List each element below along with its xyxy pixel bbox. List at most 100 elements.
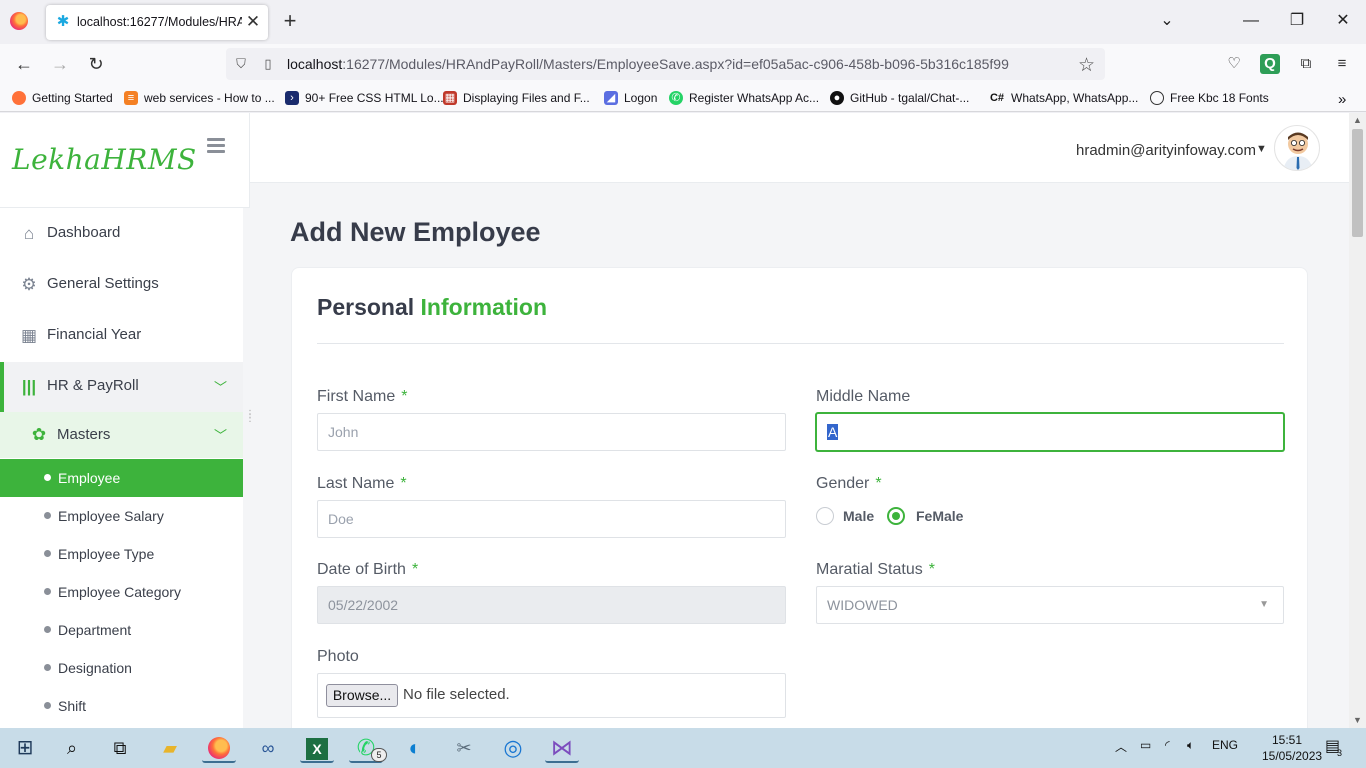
avatar[interactable] [1274, 125, 1320, 171]
barcode-icon: ||| [21, 377, 37, 396]
pocket-icon[interactable]: ♡ [1224, 54, 1244, 74]
bookmark-item[interactable]: ◢ Logon [604, 91, 657, 105]
bookmark-item[interactable]: C# WhatsApp, WhatsApp... [989, 91, 1138, 105]
reload-icon[interactable]: ↻ [84, 53, 108, 75]
windows-start-icon[interactable]: ⊞ [8, 733, 42, 763]
first-name-input[interactable]: John [317, 413, 786, 451]
scroll-down-icon[interactable]: ▼ [1353, 715, 1362, 725]
bullet-icon [44, 550, 51, 557]
brand-logo[interactable]: LekhaHRMS [12, 143, 197, 176]
sidebar-item-general-settings[interactable]: ⚙ General Settings [0, 260, 243, 310]
scroll-up-icon[interactable]: ▲ [1353, 115, 1362, 125]
edge-icon[interactable]: ◐ [398, 733, 432, 763]
sidebar-item-label: Financial Year [47, 326, 142, 343]
app-infinity-icon[interactable]: ∞ [251, 733, 285, 763]
sidebar-sub-employee-type[interactable]: Employee Type [0, 535, 243, 573]
stackoverflow-icon: ≡ [124, 91, 138, 105]
new-tab-icon[interactable]: + [279, 10, 301, 32]
bookmark-item[interactable]: Free Kbc 18 Fonts [1150, 91, 1269, 105]
whatsapp-badge: 5 [371, 748, 387, 762]
logon-icon: ◢ [604, 91, 618, 105]
gender-male-radio[interactable] [816, 507, 834, 525]
scrollbar-thumb[interactable] [1352, 129, 1363, 237]
bookmark-item[interactable]: Getting Started [12, 91, 113, 105]
search-icon[interactable]: ⌕ [55, 733, 89, 763]
tab-favicon-icon: ✱ [56, 13, 70, 30]
sidebar-sub-label: Employee Type [58, 546, 155, 562]
clock[interactable]: 15:51 15/05/2023 [1262, 732, 1322, 764]
sidebar-sub-employee-salary[interactable]: Employee Salary [0, 497, 243, 535]
shield-icon[interactable]: ⛉ [233, 56, 249, 72]
extension-q-icon[interactable]: Q [1260, 54, 1280, 74]
section-title: Personal Information [317, 294, 548, 320]
battery-icon[interactable]: ▭ [1140, 738, 1151, 752]
file-status-text: No file selected. [403, 686, 510, 703]
wifi-icon[interactable]: ◜ [1165, 738, 1170, 752]
gender-female-radio[interactable] [887, 507, 905, 525]
gender-male-label[interactable]: Male [843, 508, 874, 524]
firefox-icon[interactable] [10, 12, 28, 30]
bookmark-item[interactable]: ▦ Displaying Files and F... [443, 91, 590, 105]
browse-button[interactable]: Browse... [326, 684, 398, 707]
url-text[interactable]: localhost:16277/Modules/HRAndPayRoll/Mas… [287, 56, 1009, 72]
middle-name-input[interactable]: A [816, 413, 1284, 451]
sidebar-resize-handle[interactable]: ⋮ ⋮ [245, 410, 255, 424]
hamburger-menu-icon[interactable] [207, 138, 225, 154]
extensions-icon[interactable]: ⧉ [1296, 54, 1316, 74]
file-explorer-icon[interactable]: ▰ [153, 733, 187, 763]
menu-icon[interactable]: ≡ [1332, 54, 1352, 74]
sidebar-sub-designation[interactable]: Designation [0, 649, 243, 687]
more-bookmarks-icon[interactable]: » [1338, 91, 1346, 108]
windows-taskbar: ⊞ ⌕ ⧉ ▰ ∞ X ✆ 5 ◐ ✂ ◎ ⋈ ︿ ▭ ◜ 🔈︎ ENG 15:… [0, 728, 1366, 768]
url-bar[interactable]: ⛉ ▯ localhost:16277/Modules/HRAndPayRoll… [226, 48, 1105, 80]
calendar-icon: ▦ [20, 326, 38, 345]
user-email[interactable]: hradmin@arityinfoway.com [1076, 142, 1256, 159]
list-tabs-icon[interactable]: ⌄ [1152, 10, 1182, 32]
close-tab-icon[interactable]: ✕ [244, 12, 262, 32]
minimize-icon[interactable]: — [1236, 10, 1266, 32]
bullet-icon [44, 626, 51, 633]
sidebar-sub-label: Employee Salary [58, 508, 164, 524]
photo-label: Photo [317, 648, 359, 665]
firefox-taskbar-icon[interactable] [202, 733, 236, 763]
visual-studio-icon[interactable]: ⋈ [545, 733, 579, 763]
gender-female-label[interactable]: FeMale [916, 508, 963, 524]
back-icon[interactable]: ← [12, 53, 36, 75]
forward-icon[interactable]: → [48, 53, 72, 75]
bookmark-star-icon[interactable]: ☆ [1078, 54, 1095, 77]
marital-status-select[interactable]: WIDOWED ▼ [816, 586, 1284, 624]
excel-icon[interactable]: X [300, 733, 334, 763]
sidebar-item-label: Masters [57, 426, 111, 443]
sidebar-item-financial-year[interactable]: ▦ Financial Year [0, 311, 243, 361]
caret-down-icon[interactable]: ▼ [1256, 143, 1267, 155]
task-view-icon[interactable]: ⧉ [103, 733, 137, 763]
tools-icon[interactable]: ✂ [447, 733, 481, 763]
photo-file-input[interactable]: Browse... No file selected. [317, 673, 786, 718]
tray-chevron-up-icon[interactable]: ︿ [1115, 738, 1127, 755]
language-indicator[interactable]: ENG [1212, 738, 1238, 752]
close-window-icon[interactable]: ✕ [1328, 10, 1358, 32]
page-title: Add New Employee [290, 217, 541, 247]
bookmark-item[interactable]: ● GitHub - tgalal/Chat-... [830, 91, 969, 105]
sidebar-item-dashboard[interactable]: ⌂ Dashboard [0, 209, 243, 259]
volume-icon[interactable]: 🔈︎ [1187, 738, 1194, 753]
dob-input[interactable]: 05/22/2002 [317, 586, 786, 624]
sidebar-item-masters[interactable]: ✿ Masters ﹀ [0, 412, 243, 458]
sidebar-sub-department[interactable]: Department [0, 611, 243, 649]
sidebar-item-hr-payroll[interactable]: ||| HR & PayRoll ﹀ [0, 362, 243, 412]
restore-icon[interactable]: ❐ [1282, 10, 1312, 32]
page-scrollbar[interactable]: ▲ ▼ [1349, 113, 1366, 728]
sidebar-sub-employee[interactable]: Employee [0, 459, 243, 497]
bookmark-item[interactable]: › 90+ Free CSS HTML Lo... [285, 91, 444, 105]
bookmark-item[interactable]: ✆ Register WhatsApp Ac... [669, 91, 819, 105]
sidebar-sub-label: Department [58, 622, 132, 638]
browser-tab-active[interactable]: ✱ localhost:16277/Modules/HRAn ✕ [46, 5, 268, 40]
app-spiral-icon[interactable]: ◎ [496, 733, 530, 763]
bullet-icon [44, 702, 51, 709]
bookmark-item[interactable]: ≡ web services - How to ... [124, 91, 275, 105]
last-name-input[interactable]: Doe [317, 500, 786, 538]
browser-tab-bar: ✱ localhost:16277/Modules/HRAn ✕ + ⌄ — ❐… [0, 0, 1366, 44]
page-info-icon[interactable]: ▯ [260, 56, 276, 72]
sidebar-sub-shift[interactable]: Shift [0, 687, 243, 725]
sidebar-sub-employee-category[interactable]: Employee Category [0, 573, 243, 611]
